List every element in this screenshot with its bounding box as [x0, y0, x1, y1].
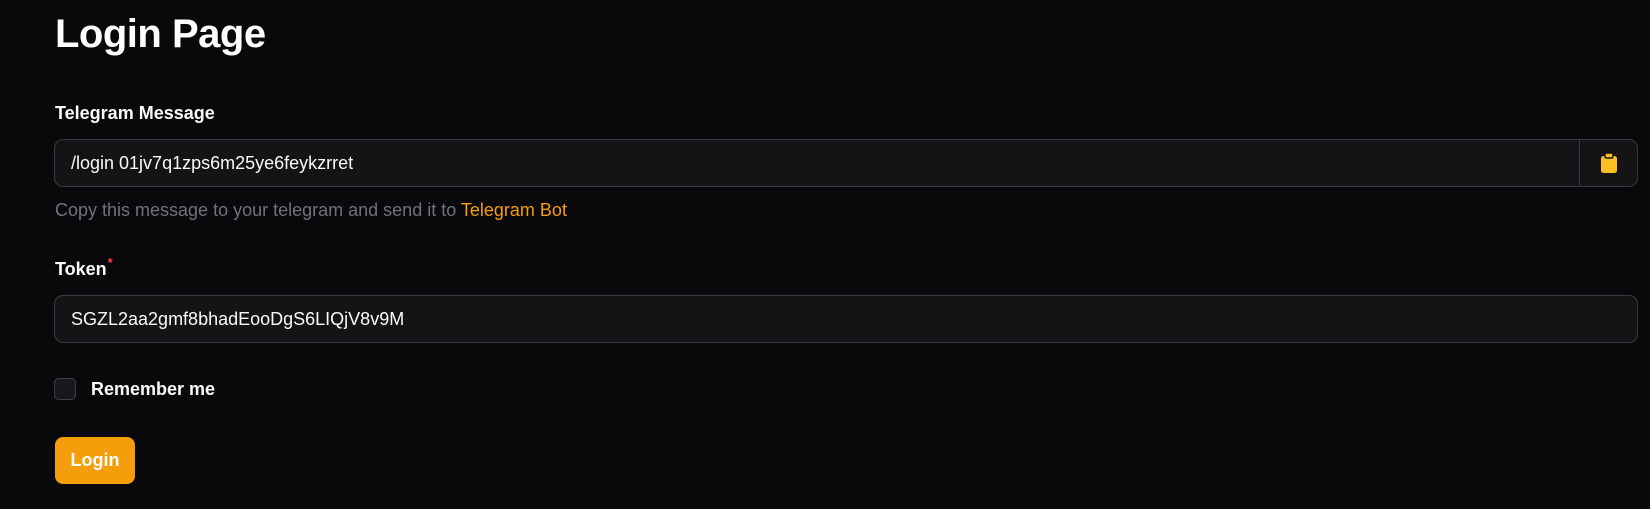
remember-me[interactable]: Remember me	[54, 378, 215, 400]
clipboard-icon	[1600, 152, 1617, 173]
telegram-bot-link[interactable]: Telegram Bot	[461, 200, 567, 220]
telegram-message-value[interactable]: /login 01jv7q1zps6m25ye6feykzrret	[55, 153, 1579, 174]
page-title: Login Page	[55, 12, 266, 56]
token-field[interactable]: SGZL2aa2gmf8bhadEooDgS6LIQjV8v9M	[54, 295, 1638, 343]
login-page: Login Page Telegram Message /login 01jv7…	[0, 0, 1650, 509]
required-asterisk: *	[107, 255, 113, 270]
token-value[interactable]: SGZL2aa2gmf8bhadEooDgS6LIQjV8v9M	[55, 309, 1637, 330]
token-label-text: Token	[55, 259, 107, 279]
telegram-hint: Copy this message to your telegram and s…	[55, 200, 567, 221]
remember-me-checkbox[interactable]	[54, 378, 76, 400]
telegram-message-field[interactable]: /login 01jv7q1zps6m25ye6feykzrret	[54, 139, 1638, 187]
telegram-hint-text: Copy this message to your telegram and s…	[55, 200, 461, 220]
token-label: Token*	[55, 255, 113, 280]
remember-me-label[interactable]: Remember me	[91, 379, 215, 400]
login-button[interactable]: Login	[55, 437, 135, 484]
copy-button[interactable]	[1579, 140, 1637, 186]
telegram-message-label: Telegram Message	[55, 103, 215, 123]
